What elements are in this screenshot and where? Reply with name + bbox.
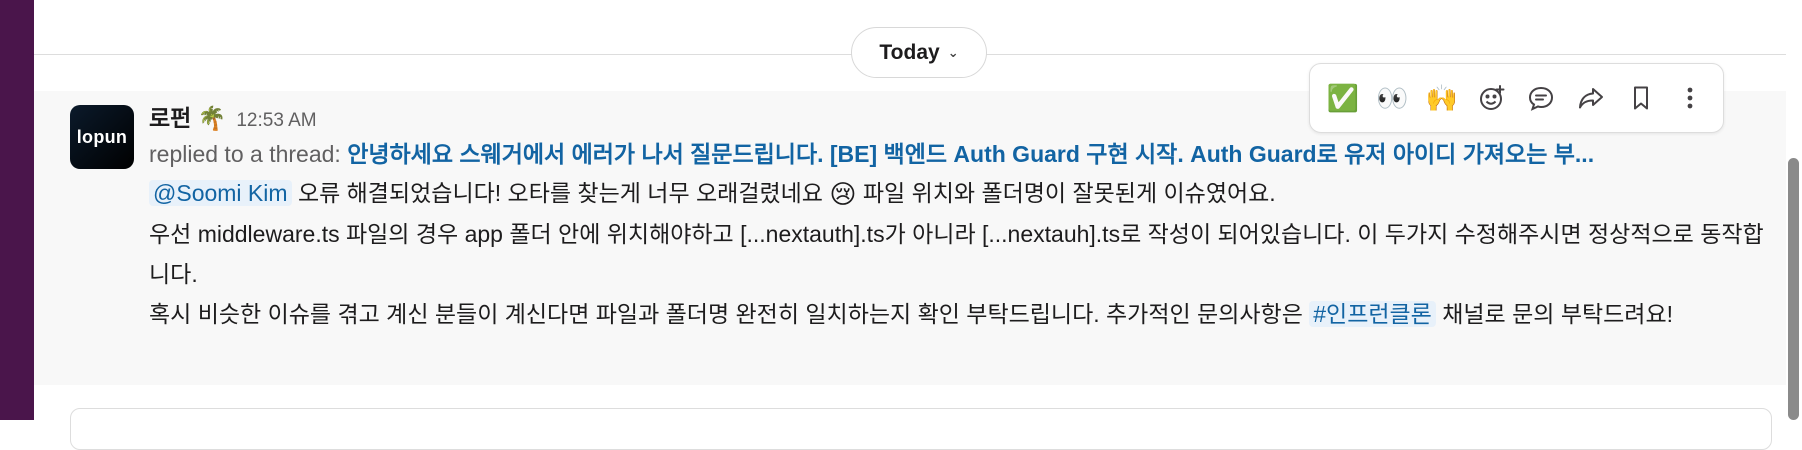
eyes-icon: 👀	[1376, 82, 1409, 113]
date-divider-button[interactable]: Today ⌄	[851, 27, 987, 78]
check-mark-icon: ✅	[1326, 82, 1359, 113]
user-mention[interactable]: @Soomi Kim	[149, 180, 292, 206]
raised-hands-icon: 🙌	[1425, 82, 1459, 113]
avatar[interactable]: lopun	[70, 105, 134, 169]
react-eyes-button[interactable]: 👀	[1371, 77, 1413, 119]
forward-message-button[interactable]	[1570, 77, 1612, 119]
message-timestamp[interactable]: 12:53 AM	[236, 110, 316, 132]
author-label: 로펀	[149, 105, 192, 131]
message-row[interactable]: lopun 로펀 🌴 12:53 AM replied to a thread:…	[34, 91, 1786, 385]
channel-link[interactable]: #인프런클론	[1309, 301, 1436, 327]
thread-reply-icon	[1529, 86, 1554, 111]
scrollbar-track[interactable]	[1786, 0, 1802, 420]
body-line-1: @Soomi Kim 오류 해결되었습니다! 오타를 찾는게 너무 오래걸렸네요…	[149, 173, 1776, 214]
avatar-logo-text: lopun	[76, 126, 128, 147]
date-label: Today	[879, 40, 940, 64]
thread-link[interactable]: 안녕하세요 스웨거에서 에러가 나서 질문드립니다. [BE] 백엔드 Auth…	[347, 141, 1594, 167]
thread-prefix: replied to a thread:	[149, 141, 341, 167]
workspace-sidebar-edge	[0, 0, 34, 420]
message-body: @Soomi Kim 오류 해결되었습니다! 오타를 찾는게 너무 오래걸렸네요…	[149, 173, 1776, 334]
body-line-3: 혹시 비슷한 이슈를 겪고 계신 분들이 계신다면 파일과 폴더명 완전히 일치…	[149, 294, 1776, 334]
message-content: 로펀 🌴 12:53 AM replied to a thread: 안녕하세요…	[149, 99, 1776, 334]
next-message-edge	[70, 408, 1772, 450]
more-vertical-icon	[1687, 87, 1693, 109]
share-icon	[1578, 88, 1603, 109]
body-line-1-tail: 파일 위치와 폴더명이 잘못된게 이슈였어요.	[862, 180, 1276, 206]
add-reaction-icon	[1479, 85, 1505, 110]
message-actions-toolbar: ✅ 👀 🙌	[1309, 63, 1724, 133]
body-line-2: 우선 middleware.ts 파일의 경우 app 폴더 안에 위치해야하고…	[149, 221, 1764, 287]
crying-face-icon: 😢	[829, 179, 857, 209]
author-name[interactable]: 로펀 🌴	[149, 99, 226, 133]
reply-in-thread-button[interactable]	[1520, 77, 1562, 119]
thread-reference: replied to a thread: 안녕하세요 스웨거에서 에러가 나서 …	[149, 135, 1776, 173]
add-reaction-button[interactable]	[1471, 77, 1513, 119]
body-line-3-post: 채널로 문의 부탁드려요!	[1442, 301, 1674, 327]
body-line-1-text: 오류 해결되었습니다! 오타를 찾는게 너무 오래걸렸네요	[297, 180, 823, 206]
palm-tree-icon: 🌴	[197, 105, 227, 131]
bookmark-icon	[1633, 86, 1648, 110]
chevron-down-icon: ⌄	[947, 44, 959, 60]
more-actions-button[interactable]	[1669, 77, 1711, 119]
body-line-3-pre: 혹시 비슷한 이슈를 겪고 계신 분들이 계신다면 파일과 폴더명 완전히 일치…	[149, 301, 1303, 327]
react-raised-hands-button[interactable]: 🙌	[1421, 77, 1463, 119]
save-for-later-button[interactable]	[1620, 77, 1662, 119]
scrollbar-thumb[interactable]	[1788, 158, 1799, 420]
react-check-button[interactable]: ✅	[1322, 77, 1364, 119]
